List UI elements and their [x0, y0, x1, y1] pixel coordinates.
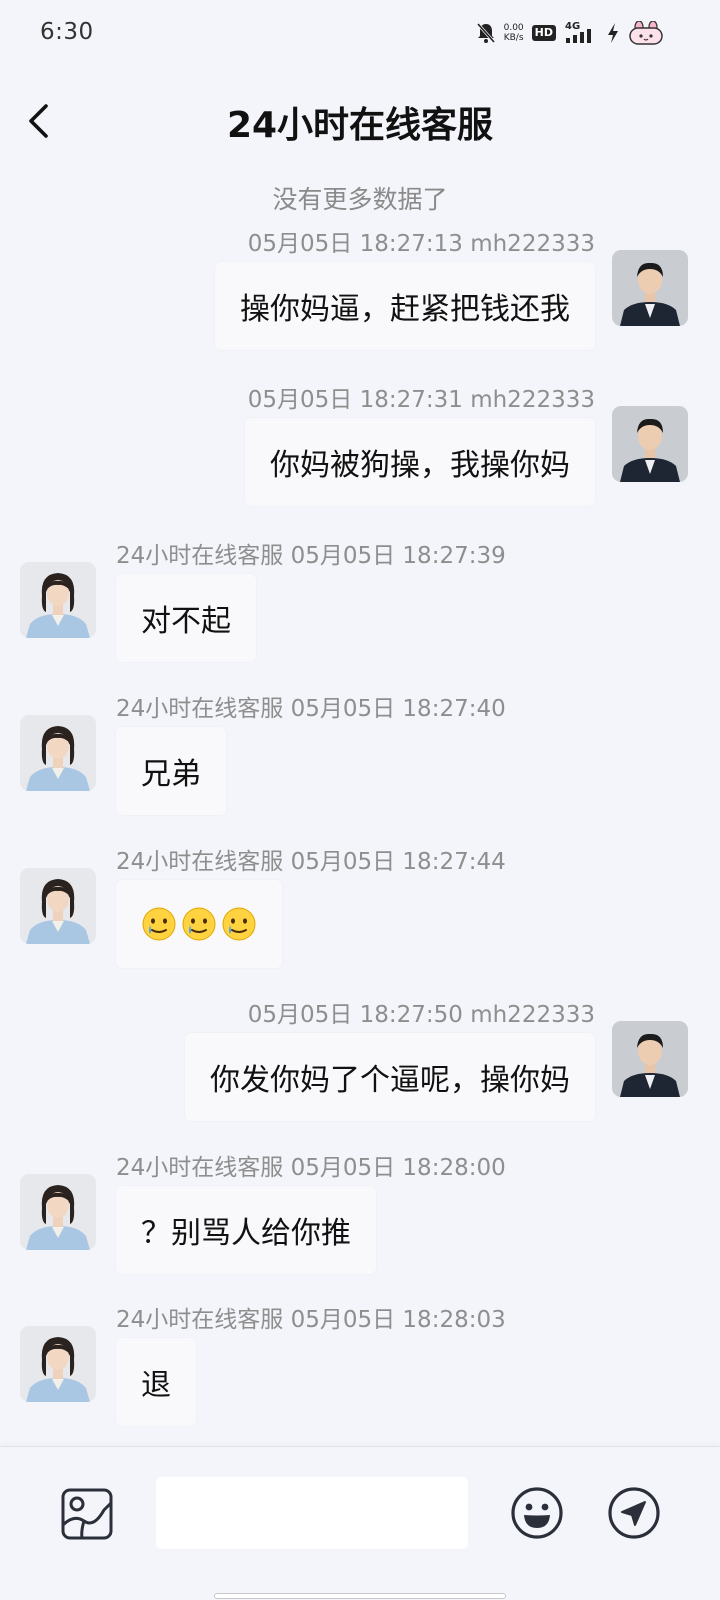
status-icons: 0.00 KB/s HD 4G	[476, 20, 664, 46]
network-speed: 0.00 KB/s	[504, 23, 524, 43]
emoji-icon	[511, 1487, 563, 1539]
message-bubble[interactable]: 对不起	[116, 574, 256, 662]
message-meta: 24小时在线客服 05月05日 18:27:39	[116, 543, 506, 569]
message-bubble[interactable]: 操你妈逼，赶紧把钱还我	[215, 262, 595, 350]
message-meta: 05月05日 18:27:50 mh222333	[247, 1002, 595, 1028]
message-bubble[interactable]: 退	[116, 1338, 196, 1426]
message-bubble[interactable]	[116, 880, 282, 968]
crying-smile-emoji-icon	[182, 907, 216, 941]
message-meta: 24小时在线客服 05月05日 18:27:44	[116, 849, 506, 875]
avatar[interactable]	[20, 562, 96, 638]
crying-smile-emoji-icon	[222, 907, 256, 941]
avatar[interactable]	[612, 250, 688, 326]
crying-smile-emoji-icon	[142, 907, 176, 941]
signal-icon: 4G	[564, 21, 598, 45]
home-indicator[interactable]	[214, 1593, 506, 1599]
message-meta: 24小时在线客服 05月05日 18:27:40	[116, 696, 506, 722]
image-icon	[61, 1488, 113, 1540]
image-button[interactable]	[60, 1487, 114, 1541]
avatar[interactable]	[20, 1174, 96, 1250]
no-more-data-label: 没有更多数据了	[272, 185, 448, 214]
message-bubble[interactable]: ？别骂人给你推	[116, 1186, 376, 1274]
charging-icon	[606, 22, 620, 44]
page-title: 24小时在线客服	[226, 105, 494, 146]
composer-bar	[0, 1446, 720, 1600]
message-bubble[interactable]: 兄弟	[116, 727, 226, 815]
message-bubble[interactable]: 你发你妈了个逼呢，操你妈	[185, 1033, 595, 1121]
emoji-button[interactable]	[509, 1485, 565, 1541]
header: 24小时在线客服	[0, 66, 720, 176]
status-time: 6:30	[40, 19, 94, 45]
send-button[interactable]	[606, 1485, 662, 1541]
message-bubble[interactable]: 你妈被狗操，我操你妈	[245, 418, 595, 506]
message-meta: 05月05日 18:27:31 mh222333	[247, 387, 595, 413]
send-icon	[608, 1487, 660, 1539]
bell-muted-icon	[476, 22, 496, 44]
hd-badge: HD	[531, 25, 556, 41]
message-meta: 05月05日 18:27:13 mh222333	[247, 231, 595, 257]
avatar[interactable]	[612, 406, 688, 482]
bunny-battery-icon	[628, 21, 664, 45]
message-meta: 24小时在线客服 05月05日 18:28:03	[116, 1307, 506, 1333]
emoji-row	[141, 906, 257, 942]
avatar[interactable]	[20, 715, 96, 791]
message-meta: 24小时在线客服 05月05日 18:28:00	[116, 1155, 506, 1181]
network-speed-unit: KB/s	[503, 33, 524, 43]
avatar[interactable]	[20, 1326, 96, 1402]
avatar[interactable]	[20, 868, 96, 944]
message-input[interactable]	[156, 1477, 468, 1549]
status-bar: 6:30 0.00 KB/s HD 4G	[0, 0, 720, 66]
network-speed-value: 0.00	[503, 23, 524, 33]
avatar[interactable]	[612, 1021, 688, 1097]
